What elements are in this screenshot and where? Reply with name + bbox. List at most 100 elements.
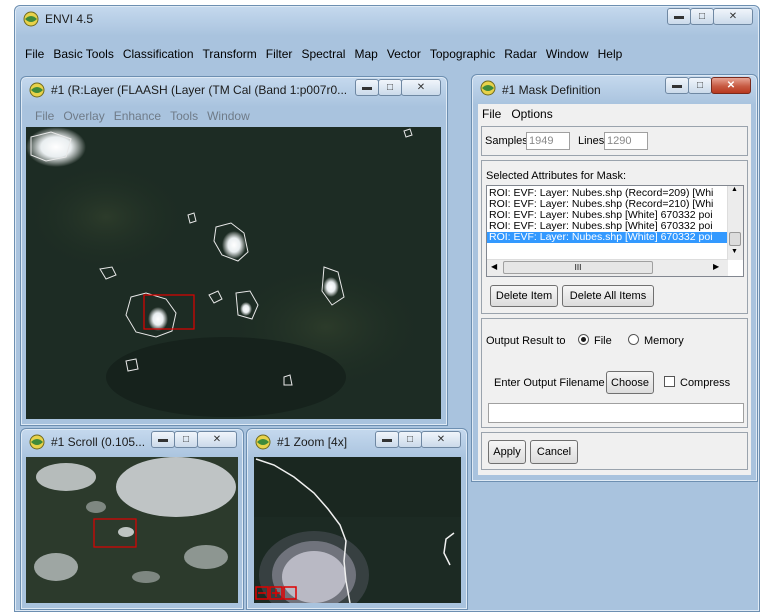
output-group: Output Result to File Memory Enter Outpu… <box>481 318 748 428</box>
filename-label: Enter Output Filename <box>494 377 605 389</box>
maximize-button[interactable]: □ <box>690 8 714 25</box>
minimize-button[interactable]: ▬ <box>355 79 379 96</box>
menu-filter[interactable]: Filter <box>266 47 293 61</box>
minimize-icon: ▬ <box>674 11 684 22</box>
mask-menubar: File Options <box>482 107 562 121</box>
image-titlebar[interactable]: #1 (R:Layer (FLAASH (Layer (TM Cal (Band… <box>21 77 447 103</box>
vertical-scrollbar[interactable]: ▲ ▼ <box>727 186 743 260</box>
menu-tools[interactable]: Tools <box>170 109 198 123</box>
apply-button[interactable]: Apply <box>488 440 526 464</box>
maximize-icon: □ <box>406 434 414 445</box>
menu-window[interactable]: Window <box>207 109 250 123</box>
actions-group: Apply Cancel <box>481 432 748 470</box>
envi-logo-icon <box>29 434 45 450</box>
mask-body: File Options Samples 1949 Lines 1290 Sel… <box>478 104 751 475</box>
envi-logo-icon <box>29 82 45 98</box>
scroll-titlebar[interactable]: #1 Scroll (0.105... ▬ □ ✕ <box>21 429 243 455</box>
menu-file[interactable]: File <box>35 109 54 123</box>
zoom-titlebar[interactable]: #1 Zoom [4x] ▬ □ ✕ <box>247 429 467 455</box>
menu-transform[interactable]: Transform <box>203 47 257 61</box>
minimize-button[interactable]: ▬ <box>665 77 689 94</box>
satellite-image <box>26 127 441 419</box>
cancel-button[interactable]: Cancel <box>530 440 578 464</box>
minimize-button[interactable]: ▬ <box>667 8 691 25</box>
menu-help[interactable]: Help <box>598 47 623 61</box>
output-memory-radio[interactable] <box>628 334 639 345</box>
menu-classification[interactable]: Classification <box>123 47 194 61</box>
close-icon: ✕ <box>416 82 426 93</box>
close-button[interactable]: ✕ <box>197 431 237 448</box>
dimensions-group: Samples 1949 Lines 1290 <box>481 126 748 156</box>
lines-label: Lines <box>578 135 605 147</box>
maximize-button[interactable]: □ <box>688 77 712 94</box>
menu-basic-tools[interactable]: Basic Tools <box>53 47 113 61</box>
menu-options[interactable]: Options <box>511 107 552 121</box>
hscroll-thumb[interactable]: III <box>503 261 653 274</box>
menu-window[interactable]: Window <box>546 47 589 61</box>
close-button[interactable]: ✕ <box>401 79 441 96</box>
menu-spectral[interactable]: Spectral <box>301 47 345 61</box>
scroll-down-icon[interactable]: ▼ <box>731 248 738 255</box>
menu-overlay[interactable]: Overlay <box>63 109 104 123</box>
compress-label: Compress <box>680 377 731 389</box>
output-file-radio[interactable] <box>578 334 589 345</box>
output-filename-input[interactable] <box>488 403 744 423</box>
scroll-grip-label: III <box>574 263 582 272</box>
close-icon: ✕ <box>726 80 736 91</box>
image-title: #1 (R:Layer (FLAASH (Layer (TM Cal (Band… <box>51 83 348 97</box>
image-view[interactable] <box>26 127 441 419</box>
maximize-icon: □ <box>182 434 190 445</box>
choose-button[interactable]: Choose <box>606 371 654 394</box>
maximize-icon: □ <box>386 82 394 93</box>
close-button[interactable]: ✕ <box>711 77 751 94</box>
envi-logo-icon <box>255 434 271 450</box>
mask-titlebar[interactable]: #1 Mask Definition ▬ □ ✕ <box>472 75 757 101</box>
scroll-thumb[interactable] <box>729 232 741 246</box>
main-menubar: File Basic Tools Classification Transfor… <box>25 47 631 61</box>
maximize-button[interactable]: □ <box>378 79 402 96</box>
maximize-icon: □ <box>696 80 704 91</box>
close-icon: ✕ <box>212 434 222 445</box>
zoom-title: #1 Zoom [4x] <box>277 435 348 449</box>
envi-logo-icon <box>480 80 496 96</box>
menu-file[interactable]: File <box>25 47 44 61</box>
attributes-group: Selected Attributes for Mask: ROI: EVF: … <box>481 160 748 314</box>
lines-field: 1290 <box>604 132 648 150</box>
zoom-image <box>254 457 461 603</box>
delete-all-items-button[interactable]: Delete All Items <box>562 285 654 307</box>
main-title: ENVI 4.5 <box>45 12 94 26</box>
menu-file[interactable]: File <box>482 107 501 121</box>
maximize-icon: □ <box>698 11 706 22</box>
image-window: #1 (R:Layer (FLAASH (Layer (TM Cal (Band… <box>20 76 448 426</box>
compress-checkbox[interactable] <box>664 376 675 387</box>
scroll-right-icon[interactable]: ▶ <box>713 262 719 271</box>
minimize-button[interactable]: ▬ <box>375 431 399 448</box>
minimize-icon: ▬ <box>382 434 392 445</box>
output-label: Output Result to <box>486 335 566 347</box>
close-icon: ✕ <box>436 434 446 445</box>
scroll-left-icon[interactable]: ◀ <box>491 262 497 271</box>
overview-image <box>26 457 238 603</box>
list-item-selected[interactable]: ROI: EVF: Layer: Nubes.shp [White] 67033… <box>487 232 729 243</box>
menu-topographic[interactable]: Topographic <box>430 47 495 61</box>
attributes-listbox[interactable]: ROI: EVF: Layer: Nubes.shp (Record=209) … <box>486 185 744 277</box>
close-button[interactable]: ✕ <box>713 8 753 25</box>
menu-map[interactable]: Map <box>354 47 377 61</box>
scroll-view[interactable] <box>26 457 238 603</box>
samples-field: 1949 <box>526 132 570 150</box>
menu-vector[interactable]: Vector <box>387 47 421 61</box>
horizontal-scrollbar[interactable]: ◀ III ▶ <box>487 259 728 276</box>
scroll-up-icon[interactable]: ▲ <box>731 186 738 193</box>
main-titlebar[interactable]: ENVI 4.5 ▬ □ ✕ <box>15 6 759 32</box>
zoom-view[interactable] <box>254 457 461 603</box>
minimize-icon: ▬ <box>158 434 168 445</box>
maximize-button[interactable]: □ <box>174 431 198 448</box>
menu-enhance[interactable]: Enhance <box>114 109 161 123</box>
minimize-button[interactable]: ▬ <box>151 431 175 448</box>
output-memory-label: Memory <box>644 335 684 347</box>
maximize-button[interactable]: □ <box>398 431 422 448</box>
menu-radar[interactable]: Radar <box>504 47 537 61</box>
radio-dot-icon <box>581 337 586 342</box>
delete-item-button[interactable]: Delete Item <box>490 285 558 307</box>
close-button[interactable]: ✕ <box>421 431 461 448</box>
